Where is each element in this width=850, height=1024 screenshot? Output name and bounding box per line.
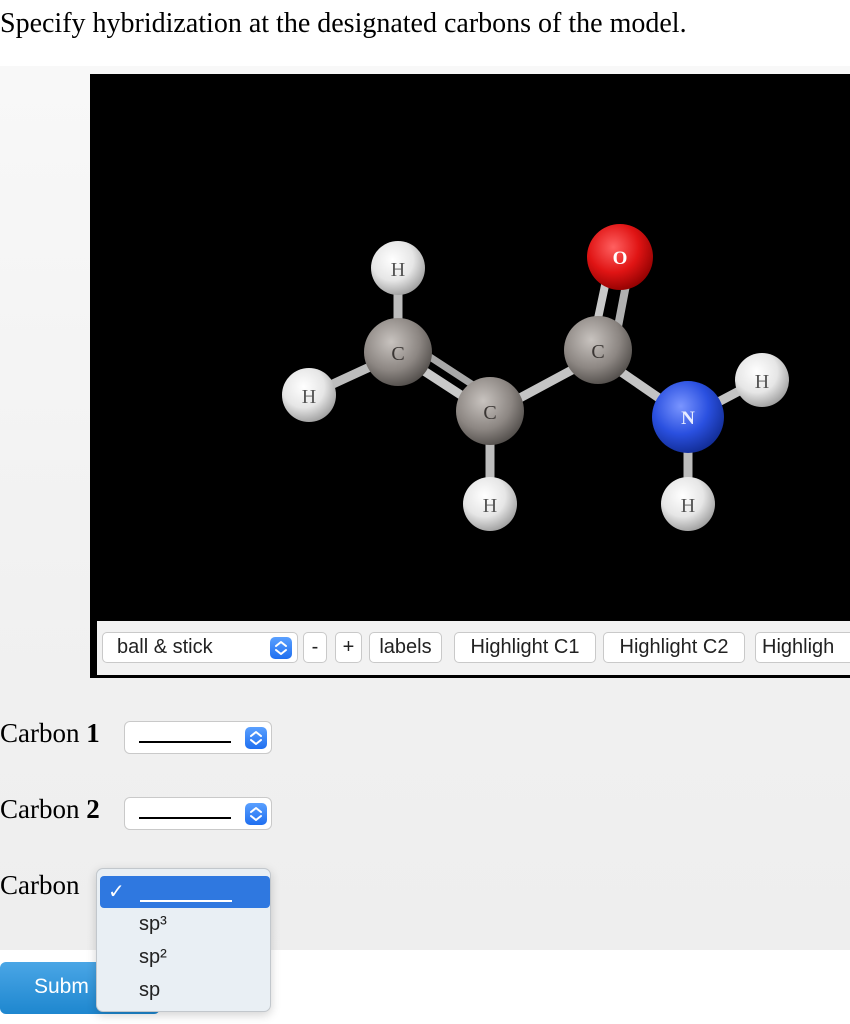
- svg-text:H: H: [483, 495, 497, 517]
- molecule-model[interactable]: H H C H C O C H H N: [90, 74, 850, 678]
- atom-c[interactable]: C: [564, 316, 632, 384]
- carbon-1-label: Carbon 1: [0, 718, 100, 748]
- atom-h[interactable]: H: [371, 241, 425, 295]
- chevron-updown-icon: [245, 803, 267, 825]
- carbon-1-select[interactable]: [124, 721, 272, 754]
- carbon-1-value: [139, 741, 231, 743]
- viewer-controls: ball & stick - + labels Highlight C1 Hig…: [97, 621, 850, 675]
- carbon-3-label: Carbon: [0, 870, 80, 900]
- svg-text:O: O: [613, 248, 628, 269]
- svg-text:C: C: [591, 341, 604, 363]
- carbon-3-dropdown-menu[interactable]: ✓ sp³ sp² sp: [96, 868, 271, 1012]
- atom-c[interactable]: C: [364, 318, 432, 386]
- svg-text:H: H: [391, 259, 405, 281]
- display-mode-select[interactable]: ball & stick: [102, 632, 298, 663]
- svg-text:H: H: [755, 371, 769, 393]
- checkmark-icon: ✓: [108, 881, 125, 903]
- atom-h[interactable]: H: [282, 368, 336, 422]
- svg-text:C: C: [483, 402, 496, 424]
- svg-text:N: N: [681, 408, 695, 429]
- highlight-c1-button[interactable]: Highlight C1: [454, 632, 596, 663]
- atom-o[interactable]: O: [587, 224, 653, 290]
- chevron-updown-icon: [245, 727, 267, 749]
- carbon-2-value: [139, 817, 231, 819]
- zoom-in-button[interactable]: +: [335, 632, 362, 663]
- display-mode-value: ball & stick: [117, 636, 213, 658]
- dropdown-option-blank-value: [140, 900, 232, 902]
- atom-n[interactable]: N: [652, 381, 724, 453]
- dropdown-option-sp2[interactable]: sp²: [139, 946, 167, 969]
- molecule-viewer[interactable]: H H C H C O C H H N: [90, 74, 850, 678]
- carbon-2-label: Carbon 2: [0, 794, 100, 824]
- highlight-c2-button[interactable]: Highlight C2: [603, 632, 745, 663]
- atom-h[interactable]: H: [661, 477, 715, 531]
- svg-text:H: H: [681, 495, 695, 517]
- dropdown-option-sp3[interactable]: sp³: [139, 913, 167, 936]
- dropdown-option-sp[interactable]: sp: [139, 979, 160, 1002]
- highlight-c3-button[interactable]: Highligh: [755, 632, 850, 663]
- svg-text:C: C: [391, 343, 404, 365]
- labels-button[interactable]: labels: [369, 632, 442, 663]
- zoom-out-button[interactable]: -: [303, 632, 327, 663]
- carbon-2-select[interactable]: [124, 797, 272, 830]
- atom-h[interactable]: H: [463, 477, 517, 531]
- atom-h[interactable]: H: [735, 353, 789, 407]
- dropdown-option-blank[interactable]: ✓: [100, 876, 270, 908]
- chevron-updown-icon: [270, 637, 292, 659]
- atom-c[interactable]: C: [456, 377, 524, 445]
- svg-text:H: H: [302, 386, 316, 408]
- question-text: Specify hybridization at the designated …: [0, 8, 687, 39]
